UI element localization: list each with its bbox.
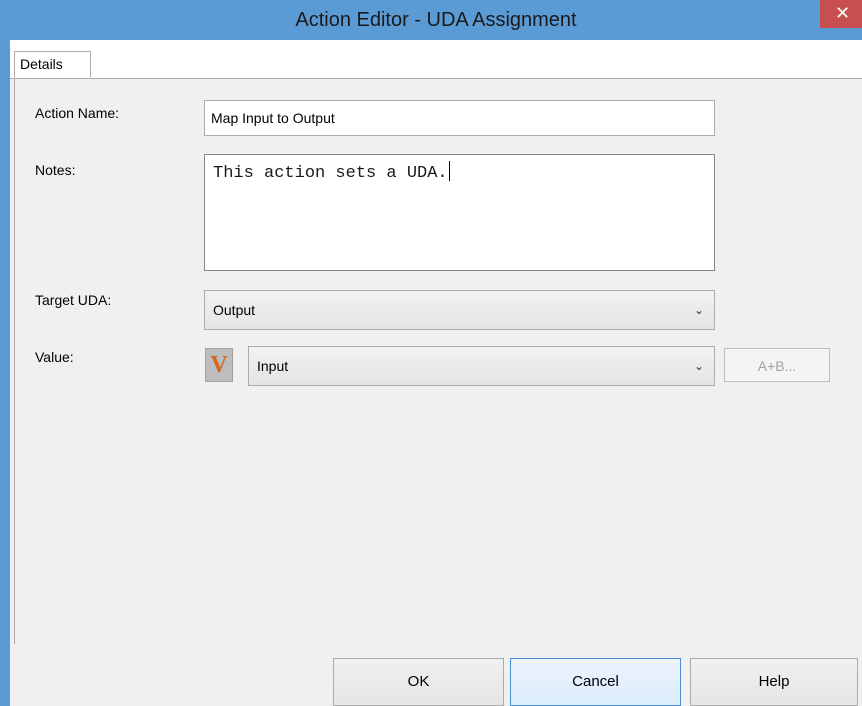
tab-strip: Details	[10, 40, 862, 79]
chevron-down-icon: ⌄	[693, 359, 704, 373]
notes-textarea[interactable]: This action sets a UDA.	[204, 154, 715, 271]
window-title: Action Editor - UDA Assignment	[295, 9, 577, 31]
text-caret	[448, 161, 450, 181]
close-button[interactable]: ✕	[820, 0, 862, 28]
cancel-button[interactable]: Cancel	[510, 658, 681, 706]
target-uda-dropdown[interactable]: Output ⌄	[204, 290, 715, 330]
ok-button[interactable]: OK	[333, 658, 504, 706]
value-selected: Input	[257, 358, 289, 374]
action-name-input[interactable]: Map Input to Output	[204, 100, 715, 136]
value-label: Value:	[35, 349, 74, 365]
target-uda-label: Target UDA:	[35, 292, 112, 308]
variable-icon[interactable]: V	[205, 348, 233, 382]
tab-details[interactable]: Details	[14, 51, 91, 78]
action-editor-window: Action Editor - UDA Assignment ✕ Details…	[0, 0, 862, 706]
notes-text: This action sets a UDA.	[213, 164, 448, 183]
notes-label: Notes:	[35, 162, 76, 178]
details-panel: Action Name: Map Input to Output Notes: …	[14, 79, 862, 644]
title-bar[interactable]: Action Editor - UDA Assignment ✕	[10, 0, 862, 40]
expression-button[interactable]: A+B...	[724, 348, 830, 382]
close-icon: ✕	[834, 3, 851, 23]
window-frame-left	[0, 0, 10, 706]
action-name-label: Action Name:	[35, 105, 120, 121]
help-button[interactable]: Help	[690, 658, 858, 706]
target-uda-selected: Output	[213, 302, 256, 318]
value-dropdown[interactable]: Input ⌄	[248, 346, 715, 386]
chevron-down-icon: ⌄	[693, 303, 704, 317]
